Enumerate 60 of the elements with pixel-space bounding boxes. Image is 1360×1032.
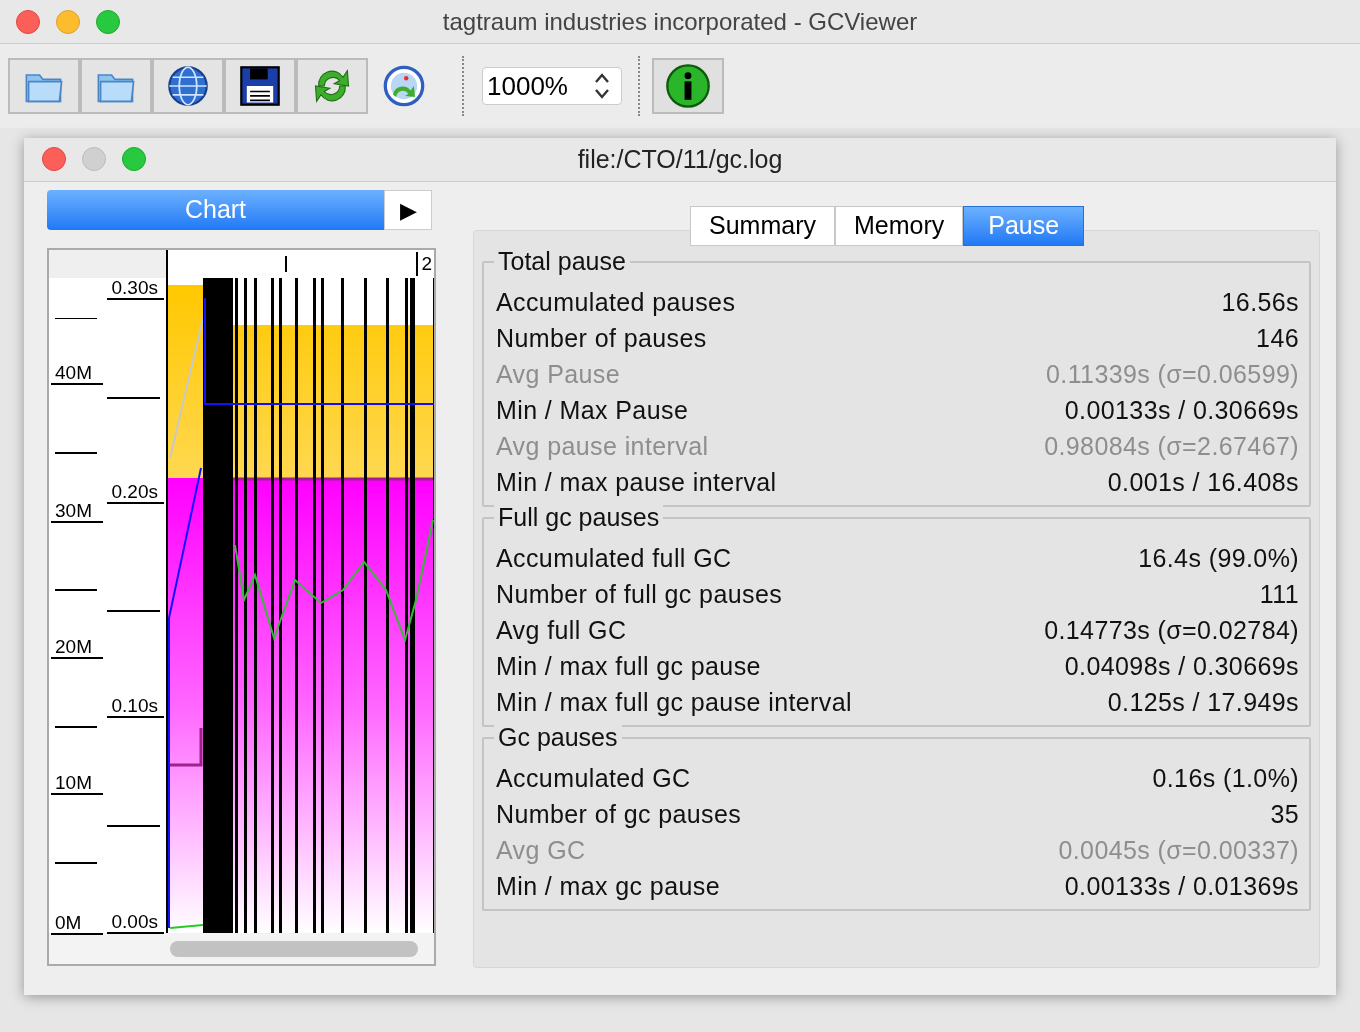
stat-value: 16.4s (99.0%) — [1138, 543, 1299, 575]
toolbar-button[interactable] — [152, 58, 224, 114]
stat-value: 0.11339s (σ=0.06599) — [1046, 359, 1299, 391]
gc-pause-line — [169, 924, 204, 929]
stat-label: Number of gc pauses — [496, 799, 742, 831]
stat-value: 111 — [1259, 579, 1299, 611]
stat-value: 0.00133s / 0.01369s — [1064, 871, 1299, 903]
zoom-spinner[interactable]: 1000% — [482, 67, 622, 105]
stat-value: 0.001s / 16.408s — [1107, 467, 1299, 499]
memory-axis-label: 30M — [51, 501, 103, 523]
minimize-window-button[interactable] — [56, 10, 80, 34]
stat-value: 0.98084s (σ=2.67467) — [1044, 431, 1299, 463]
time-axis-label: 2 — [416, 252, 432, 276]
horizontal-scrollbar[interactable] — [170, 941, 418, 957]
maximize-frame-button[interactable] — [122, 147, 146, 171]
stat-value: 146 — [1256, 323, 1299, 355]
toolbar-button[interactable] — [224, 58, 296, 114]
stat-value: 0.0045s (σ=0.00337) — [1058, 835, 1299, 867]
stat-label: Avg full GC — [496, 615, 627, 647]
globe-icon — [166, 64, 210, 108]
stat-value: 0.16s (1.0%) — [1152, 763, 1299, 795]
pause-axis-label: 0.20s — [107, 482, 164, 504]
memory-axis-label: 40M — [51, 363, 103, 385]
stat-label: Number of full gc pauses — [496, 579, 783, 611]
stat-label: Min / max full gc pause — [496, 651, 761, 683]
zoom-window-button[interactable] — [96, 10, 120, 34]
stat-label: Min / max gc pause — [496, 871, 720, 903]
stat-label: Number of pauses — [496, 323, 707, 355]
tab[interactable]: Summary — [690, 206, 835, 246]
close-frame-button[interactable] — [42, 147, 66, 171]
stat-label: Accumulated full GC — [496, 543, 732, 575]
stat-value: 0.14773s (σ=0.02784) — [1044, 615, 1299, 647]
frame-title: file:/CTO/11/gc.log — [577, 143, 783, 175]
info-icon — [665, 63, 711, 109]
stat-value: 16.56s — [1221, 287, 1299, 319]
stat-label: Avg GC — [496, 835, 586, 867]
stat-value: 35 — [1270, 799, 1299, 831]
pause-axis-label: 0.30s — [107, 278, 164, 300]
up-down-arrows-icon — [593, 71, 611, 101]
stat-label: Min / max pause interval — [496, 467, 777, 499]
pause-axis-label: 0.10s — [107, 696, 164, 718]
arrow-button[interactable]: ▶ — [384, 190, 432, 230]
stat-label: Min / Max Pause — [496, 395, 689, 427]
close-window-button[interactable] — [16, 10, 40, 34]
stat-label: Accumulated GC — [496, 763, 691, 795]
stat-value: 0.125s / 17.949s — [1107, 687, 1299, 719]
stat-label: Avg Pause — [496, 359, 621, 391]
time-tick-mark — [285, 256, 287, 272]
stat-label: Avg pause interval — [496, 431, 709, 463]
window-title: tagtraum industries incorporated - GCViewer — [442, 6, 918, 37]
stat-label: Accumulated pauses — [496, 287, 736, 319]
info-button[interactable] — [652, 58, 724, 114]
group-title: Gc pauses — [494, 723, 622, 751]
group-title: Full gc pauses — [494, 503, 664, 531]
stat-value: 0.04098s / 0.30669s — [1064, 651, 1299, 683]
memory-axis-label: 10M — [51, 773, 103, 795]
stat-value: 0.00133s / 0.30669s — [1064, 395, 1299, 427]
stat-label: Min / max full gc pause interval — [496, 687, 852, 719]
tab[interactable]: Memory — [834, 206, 964, 246]
memory-axis-label: 20M — [51, 637, 103, 659]
